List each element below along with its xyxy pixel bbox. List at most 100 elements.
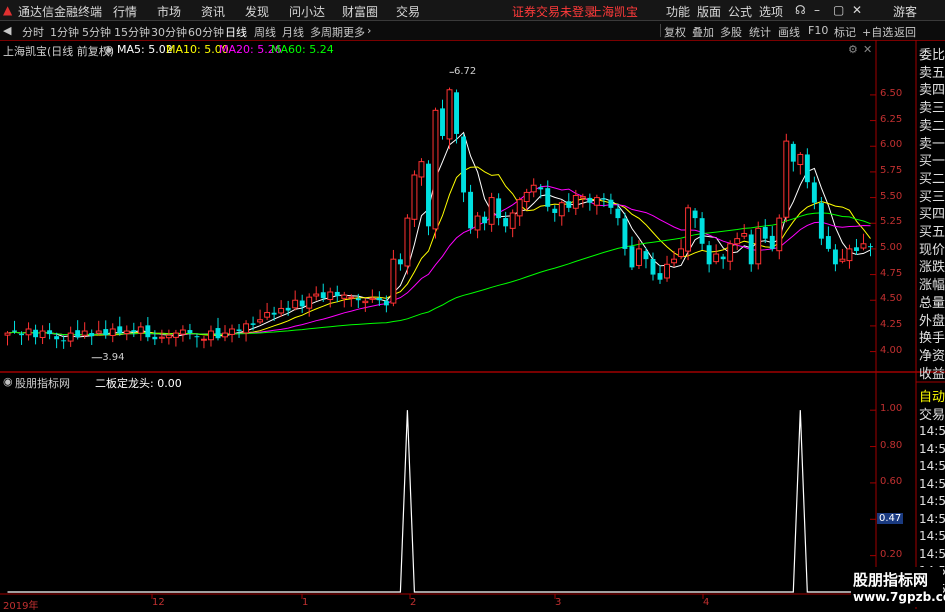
ytick-label: 5.50 — [880, 190, 903, 202]
quote-row-13: 涨幅 — [919, 278, 945, 294]
candle-body — [19, 333, 24, 336]
candle-body — [54, 336, 60, 340]
candle-body — [137, 326, 144, 334]
candle-body — [426, 163, 431, 227]
candle-body — [720, 256, 726, 260]
quote-row-3: 卖三 — [919, 101, 945, 117]
candle-body — [376, 297, 382, 301]
candle-body — [650, 258, 656, 275]
ytick-label: 0.80 — [880, 439, 903, 451]
watermark: 股朋指标网 www.7gpzb.com — [851, 567, 945, 607]
candle-body — [769, 235, 775, 249]
candle-body — [860, 243, 867, 249]
candle-body — [538, 187, 544, 190]
candle-body — [516, 199, 523, 217]
trade-time-2: 14:56 — [919, 459, 945, 473]
ma10-line — [7, 166, 871, 336]
candle-body — [299, 300, 305, 307]
candle-body — [243, 323, 250, 334]
candle-body — [734, 238, 741, 245]
ma60-line — [7, 212, 871, 336]
trade-time-0: 14:56 — [919, 424, 945, 438]
candle-body — [320, 292, 326, 299]
candle-body — [636, 248, 642, 266]
candle-body — [454, 92, 459, 134]
quote-row-7: 买二 — [919, 171, 945, 187]
indicator-line — [7, 410, 871, 593]
indicator-current-value: 0.47 — [877, 513, 904, 524]
candle-body — [657, 273, 663, 280]
indicator-toggle-icon[interactable]: ◉ — [3, 375, 13, 388]
quote-row-10: 买五 — [919, 225, 945, 240]
candle-body — [566, 201, 572, 208]
candle-body — [629, 246, 635, 268]
candle-body — [33, 329, 39, 338]
kline-chart[interactable] — [0, 0, 945, 609]
trade-time-1: 14:56 — [919, 441, 945, 456]
candle-body — [257, 319, 264, 323]
candle-body — [552, 208, 558, 213]
candle-body — [622, 218, 628, 249]
ytick-label: 0.20 — [880, 548, 903, 560]
candle-body — [727, 243, 734, 262]
candle-body — [608, 199, 614, 208]
candle-body — [474, 215, 481, 231]
candle-body — [172, 332, 179, 338]
quote-row-2: 卖四 — [919, 83, 945, 99]
candle-body — [545, 188, 551, 207]
candle-body — [67, 332, 74, 342]
candle-body — [685, 207, 692, 252]
candle-body — [432, 109, 439, 230]
candle-body — [103, 329, 109, 336]
candle-body — [355, 298, 361, 301]
candle-body — [615, 208, 621, 219]
candle-body — [558, 202, 565, 217]
candle-body — [411, 174, 418, 220]
quote-row-11: 现价 — [919, 242, 945, 258]
candle-body — [12, 330, 17, 332]
candle-body — [671, 258, 677, 264]
lower-header-0[interactable]: 自动 — [919, 386, 945, 405]
candle-body — [523, 191, 530, 203]
low-annotation: 3.94 — [102, 351, 125, 363]
candle-body — [762, 227, 768, 239]
candle-body — [741, 233, 748, 237]
candle-body — [285, 307, 291, 311]
ytick-label: 0.60 — [880, 475, 903, 487]
quote-row-17: 净资 — [919, 348, 945, 364]
candle-body — [39, 330, 46, 338]
candle-body — [4, 332, 11, 336]
ytick-label: 6.25 — [880, 113, 903, 125]
x-label-3: 3 — [555, 597, 562, 608]
candle-body — [783, 140, 790, 218]
candle-body — [832, 249, 838, 265]
watermark-url: www.7gpzb.com — [853, 590, 945, 604]
candle-body — [804, 154, 810, 183]
candle-body — [152, 336, 158, 340]
candle-body — [706, 245, 712, 265]
trade-time-3: 14:56 — [919, 476, 945, 491]
candle-body — [215, 328, 221, 339]
candle-body — [839, 258, 846, 262]
candle-body — [369, 297, 376, 300]
candle-body — [313, 293, 320, 297]
ma20-line — [7, 185, 871, 336]
candle-body — [678, 248, 685, 258]
candle-body — [362, 300, 369, 304]
candle-body — [461, 136, 467, 193]
candle-body — [488, 197, 495, 225]
trade-time-6: 14:56 — [919, 529, 945, 543]
ytick-label: 6.00 — [880, 139, 903, 151]
candle-body — [496, 198, 502, 219]
candle-body — [81, 330, 88, 336]
candle-body — [418, 161, 425, 178]
candle-body — [250, 323, 256, 325]
candle-body — [530, 184, 537, 193]
candle-body — [509, 212, 516, 229]
indicator-lines — [7, 410, 871, 593]
candle-body — [327, 291, 334, 301]
candle-body — [75, 330, 81, 338]
candle-body — [390, 258, 397, 304]
quote-row-6: 买一 — [919, 154, 945, 170]
lower-header-1: 交易 — [919, 408, 945, 423]
